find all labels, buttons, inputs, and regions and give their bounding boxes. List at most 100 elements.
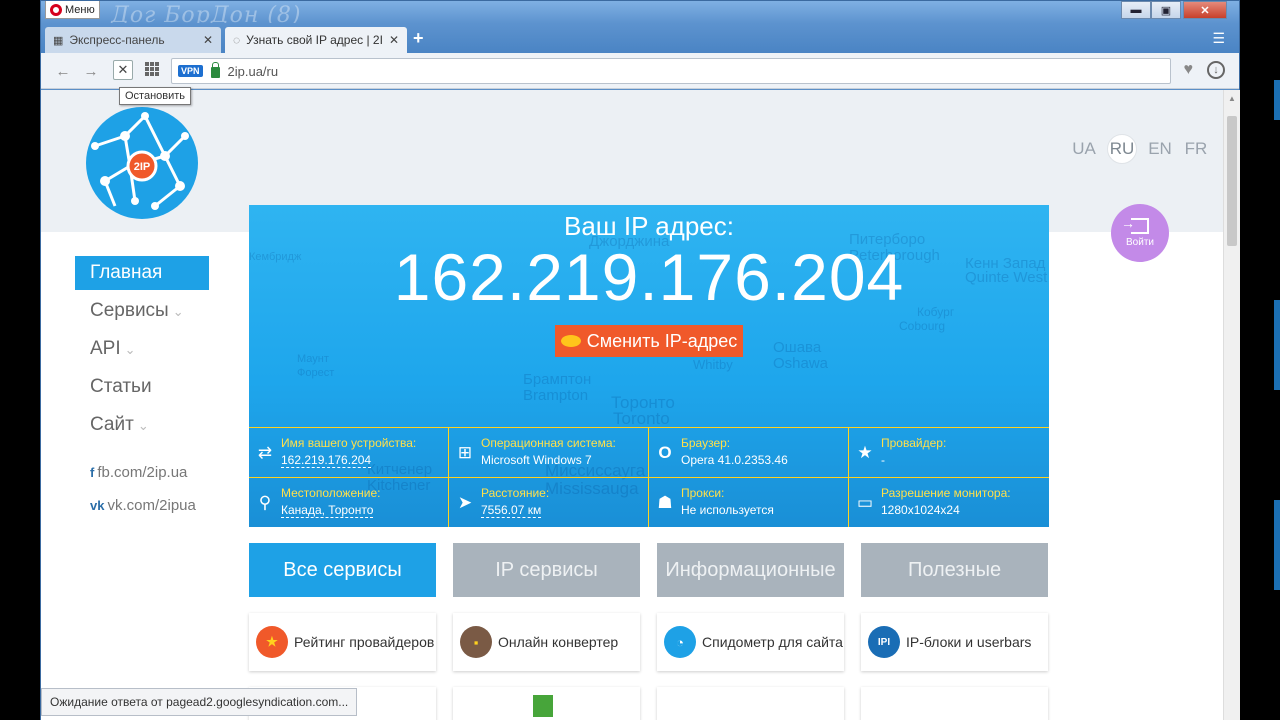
- card-site-speedometer[interactable]: ◔ Спидометр для сайта: [657, 613, 844, 671]
- info-label: Операционная система:: [481, 436, 616, 450]
- info-label: Прокси:: [681, 486, 725, 500]
- ip-info-grid: ⇄ Имя вашего устройства: 162.219.176.204…: [249, 427, 1049, 527]
- info-device: ⇄ Имя вашего устройства: 162.219.176.204: [249, 428, 449, 478]
- facebook-icon: f: [90, 465, 95, 480]
- tab-label: Экспресс-панель: [69, 33, 165, 47]
- nav-item-home[interactable]: Главная: [75, 256, 209, 290]
- map-label: Brampton: [523, 387, 589, 404]
- info-value: Microsoft Windows 7: [481, 453, 592, 467]
- lang-ru[interactable]: RU: [1107, 134, 1137, 164]
- info-value: Opera 41.0.2353.46: [681, 453, 788, 467]
- address-bar[interactable]: VPN 2ip.ua/ru: [171, 58, 1171, 84]
- map-pin-icon: ⚲: [258, 493, 272, 512]
- lang-fr[interactable]: FR: [1183, 139, 1209, 159]
- nav-item-site[interactable]: Сайт ⌄: [75, 408, 209, 442]
- vpn-badge[interactable]: VPN: [178, 65, 203, 77]
- facebook-label: fb.com/2ip.ua: [97, 464, 188, 481]
- site-logo-icon[interactable]: 2IP: [85, 106, 199, 220]
- map-label: Ошава: [773, 339, 822, 356]
- opera-logo-icon: [50, 3, 62, 16]
- service-tabs: Все сервисы IP сервисы Информационные По…: [249, 543, 1049, 597]
- map-label: Toronto: [613, 409, 670, 428]
- minimize-button[interactable]: ▬: [1121, 1, 1151, 19]
- new-tab-button[interactable]: +: [413, 28, 424, 49]
- info-proxy: ☗ Прокси: Не используется: [649, 478, 849, 527]
- nav-label: Главная: [90, 262, 163, 283]
- card-label: Онлайн конвертер: [498, 634, 619, 650]
- login-icon: [1121, 215, 1149, 234]
- info-value-link[interactable]: Канада, Торонто: [281, 503, 374, 518]
- close-window-button[interactable]: ✕: [1183, 1, 1227, 19]
- lang-ua[interactable]: UA: [1071, 139, 1097, 159]
- desktop-edge: [1241, 0, 1280, 720]
- maximize-button[interactable]: ▣: [1151, 1, 1181, 19]
- info-label: Имя вашего устройства:: [281, 436, 417, 450]
- stop-button[interactable]: ✕: [113, 60, 133, 80]
- tab-strip: ▦ Экспресс-панель ✕ ◌ Узнать свой IP адр…: [41, 23, 1239, 53]
- info-distance: ➤ Расстояние: 7556.07 км: [449, 478, 649, 527]
- ip-hero: Джорджина Питерборо Peterborough Кенн За…: [249, 205, 1049, 527]
- card-partial[interactable]: [861, 687, 1048, 720]
- vk-link[interactable]: vk vk.com/2ipua: [90, 489, 209, 522]
- info-label: Разрешение монитора:: [881, 486, 1011, 500]
- card-online-converter[interactable]: ▪ Онлайн конвертер: [453, 613, 640, 671]
- tab-ip-services[interactable]: IP сервисы: [453, 543, 640, 597]
- login-button[interactable]: Войти: [1111, 204, 1169, 262]
- tab-menu-icon[interactable]: ☰: [1212, 30, 1225, 47]
- ip-address: 162.219.176.204: [393, 240, 905, 314]
- download-icon[interactable]: ↓: [1207, 61, 1225, 79]
- tab-2ip[interactable]: ◌ Узнать свой IP адрес | 2IP ✕: [225, 27, 407, 53]
- info-label: Провайдер:: [881, 436, 947, 450]
- url-text[interactable]: 2ip.ua/ru: [228, 64, 279, 79]
- opera-menu-button[interactable]: Меню: [45, 1, 100, 19]
- nav-label: Сервисы: [90, 300, 169, 321]
- info-value: -: [881, 453, 885, 467]
- facebook-link[interactable]: f fb.com/2ip.ua: [90, 456, 209, 489]
- tab-close-icon[interactable]: ✕: [203, 33, 213, 47]
- speed-dial-icon[interactable]: [145, 62, 159, 76]
- change-ip-label: Сменить IP-адрес: [586, 330, 738, 351]
- logo-text: 2IP: [134, 161, 151, 173]
- opera-icon: O: [658, 443, 672, 462]
- nav-item-api[interactable]: API ⌄: [75, 332, 209, 366]
- card-provider-rating[interactable]: ★ Рейтинг провайдеров: [249, 613, 436, 671]
- tab-all-services[interactable]: Все сервисы: [249, 543, 436, 597]
- lock-icon[interactable]: [210, 62, 220, 78]
- tab-close-icon[interactable]: ✕: [389, 33, 399, 47]
- info-value-link[interactable]: 7556.07 км: [481, 503, 542, 518]
- navigation-arrow-icon: ➤: [457, 493, 473, 512]
- card-partial[interactable]: [453, 687, 640, 720]
- address-toolbar: ← → ✕ VPN 2ip.ua/ru ♥ ↓: [41, 53, 1239, 89]
- lang-en[interactable]: EN: [1147, 139, 1173, 159]
- login-label: Войти: [1126, 237, 1154, 248]
- info-provider: ★ Провайдер: -: [849, 428, 1049, 478]
- web-page: 2IP UA RU EN FR Войти Главная Сервисы⌄ A…: [41, 90, 1223, 720]
- map-label: Брамптон: [523, 371, 592, 388]
- nav-label: API: [90, 338, 121, 359]
- nav-item-services[interactable]: Сервисы ⌄: [75, 294, 209, 328]
- heart-icon[interactable]: ♥: [1184, 61, 1194, 79]
- map-label: Форест: [297, 367, 335, 379]
- language-switcher: UA RU EN FR: [1071, 134, 1209, 164]
- tab-useful[interactable]: Полезные: [861, 543, 1048, 597]
- stop-tooltip: Остановить: [119, 87, 192, 105]
- info-value-link[interactable]: 162.219.176.204: [281, 453, 372, 468]
- info-browser: O Браузер: Opera 41.0.2353.46: [649, 428, 849, 478]
- scrollbar-thumb[interactable]: [1227, 116, 1237, 246]
- scroll-up-icon[interactable]: ▲: [1228, 94, 1236, 103]
- status-bar: Ожидание ответа от pagead2.googlesyndica…: [41, 688, 358, 716]
- info-location: ⚲ Местоположение: Канада, Торонто: [249, 478, 449, 527]
- nav-item-articles[interactable]: Статьи: [75, 370, 209, 404]
- tab-informational[interactable]: Информационные: [657, 543, 844, 597]
- tab-speed-dial[interactable]: ▦ Экспресс-панель ✕: [45, 27, 221, 53]
- page-scrollbar[interactable]: ▲: [1223, 90, 1240, 720]
- card-ip-blocks[interactable]: IPI IP-блоки и userbars: [861, 613, 1048, 671]
- back-button[interactable]: ←: [53, 61, 73, 81]
- card-partial[interactable]: [657, 687, 844, 720]
- info-label: Местоположение:: [281, 486, 381, 500]
- change-ip-button[interactable]: Сменить IP-адрес: [555, 325, 743, 357]
- ip-title: Ваш IP адрес:: [564, 211, 734, 241]
- info-value: 1280x1024x24: [881, 503, 960, 517]
- floppy-icon: ▪: [460, 626, 492, 658]
- forward-button[interactable]: →: [81, 61, 101, 81]
